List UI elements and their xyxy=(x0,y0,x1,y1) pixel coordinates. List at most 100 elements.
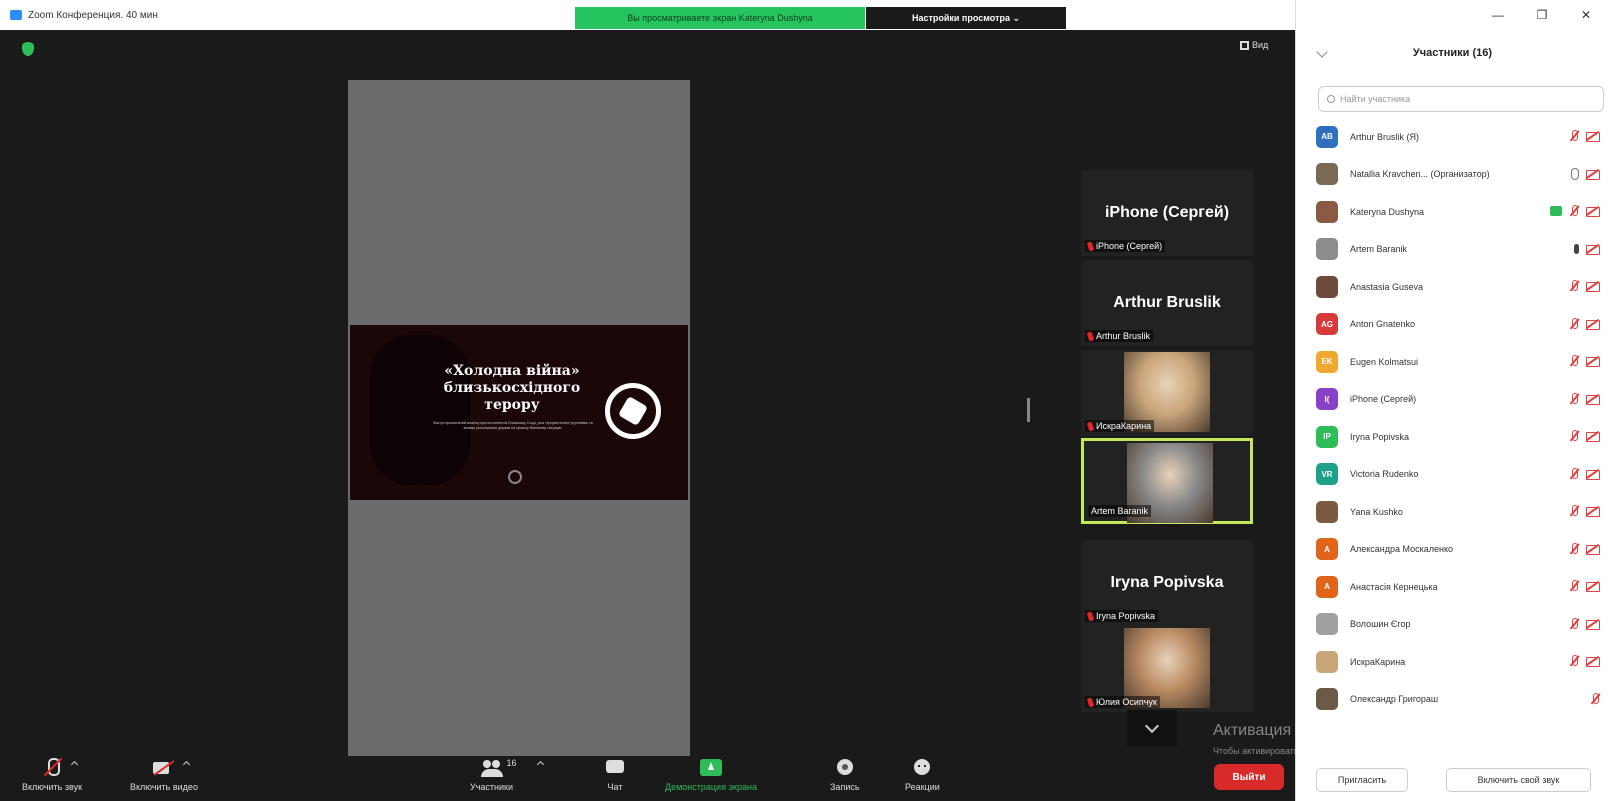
participants-options-caret[interactable] xyxy=(536,760,544,769)
participant-row[interactable]: AG Anton Gnatenko xyxy=(1316,306,1606,344)
participants-panel-title: Участники (16) xyxy=(1412,47,1493,59)
participant-status-icons xyxy=(1569,580,1600,592)
participant-row[interactable]: A Александра Москаленко xyxy=(1316,531,1606,569)
tile-name-label: Юлия Осипчук xyxy=(1085,696,1160,708)
tile-footer-name: Iryna Popivska xyxy=(1096,611,1156,621)
gallery-tile[interactable]: Юлия Осипчук xyxy=(1081,626,1253,712)
search-icon xyxy=(1327,95,1335,103)
meeting-toolbar: Включить звук Включить видео 16 Участник… xyxy=(0,756,1295,801)
participant-row[interactable]: Волошин Єгор xyxy=(1316,606,1606,644)
slide-logo-icon xyxy=(605,383,661,439)
window-title: Zoom Конференция. 40 мин xyxy=(28,9,158,21)
participant-row[interactable]: AB Arthur Bruslik (Я) xyxy=(1316,118,1606,156)
zoom-app-icon xyxy=(10,10,22,20)
unmute-me-button[interactable]: Включить свой звук xyxy=(1446,768,1591,792)
minimize-icon[interactable]: — xyxy=(1476,0,1520,30)
avatar xyxy=(1316,500,1338,523)
gallery-tile[interactable]: Iryna Popivska Iryna Popivska xyxy=(1081,540,1253,626)
participant-status-icons xyxy=(1569,467,1600,480)
share-screen-icon xyxy=(699,758,722,778)
mic-muted-icon xyxy=(1569,617,1579,630)
tile-footer-name: ИскраКарина xyxy=(1096,421,1152,431)
meeting-stage: Вид «Холодна війна» близькосхідного теро… xyxy=(0,30,1485,756)
avatar xyxy=(1316,650,1338,673)
tile-footer-name: Artem Baranik xyxy=(1091,506,1149,516)
mic-muted-icon xyxy=(1086,330,1095,342)
participants-panel-footer: Пригласить Включить свой звук xyxy=(1296,768,1608,794)
gallery-tile[interactable]: Arthur Bruslik Arthur Bruslik xyxy=(1081,260,1253,346)
record-button[interactable]: Запись xyxy=(830,758,860,792)
participants-button[interactable]: 16 Участники xyxy=(470,758,544,792)
participant-name: Kateryna Dushyna xyxy=(1350,206,1425,217)
audio-options-caret[interactable] xyxy=(70,760,79,769)
participant-row[interactable]: EK Eugen Kolmatsui xyxy=(1316,343,1606,381)
participant-name: ИскраКарина xyxy=(1350,656,1406,667)
invite-button[interactable]: Пригласить xyxy=(1316,768,1408,792)
security-shield-icon[interactable] xyxy=(22,42,34,56)
avatar: VR xyxy=(1316,463,1338,486)
reactions-button[interactable]: Реакции xyxy=(905,758,940,792)
participant-row[interactable]: Anastasia Guseva xyxy=(1316,268,1606,306)
share-screen-button[interactable]: Демонстрация экрана xyxy=(665,758,757,792)
grid-view-icon xyxy=(1240,40,1249,50)
mic-muted-icon xyxy=(1569,580,1579,592)
video-off-icon xyxy=(1586,393,1600,405)
participant-row[interactable]: Artem Baranik xyxy=(1316,231,1606,269)
view-options-button[interactable]: Настройки просмотра ⌄ xyxy=(866,7,1066,29)
close-icon[interactable]: ✕ xyxy=(1564,0,1608,30)
gallery-scroll-down-button[interactable] xyxy=(1127,710,1177,746)
video-off-icon xyxy=(152,758,191,778)
tile-footer-name: iPhone (Сергей) xyxy=(1096,241,1163,251)
participant-search-input[interactable]: Найти участника xyxy=(1318,86,1604,112)
chat-button[interactable]: Чат xyxy=(604,758,626,792)
video-off-icon xyxy=(1586,430,1600,442)
participant-row[interactable]: VR Victoria Rudenko xyxy=(1316,456,1606,494)
video-off-icon xyxy=(1586,130,1600,142)
mic-muted-icon xyxy=(1569,430,1579,442)
mic-muted-icon xyxy=(1086,696,1095,708)
view-button[interactable]: Вид xyxy=(1240,40,1268,50)
search-placeholder: Найти участника xyxy=(1340,94,1411,104)
video-off-icon xyxy=(1586,468,1600,480)
participant-row[interactable]: ИскраКарина xyxy=(1316,643,1606,681)
mic-muted-icon xyxy=(1569,280,1579,292)
avatar: AB xyxy=(1316,125,1338,148)
participant-status-icons xyxy=(1569,542,1600,555)
avatar xyxy=(1316,275,1338,298)
tile-name-label: iPhone (Сергей) xyxy=(1085,240,1166,252)
unmute-label: Включить звук xyxy=(22,782,83,792)
video-off-icon xyxy=(1586,580,1600,592)
participant-row[interactable]: IP Iryna Popivska xyxy=(1316,418,1606,456)
zoom-window: Zoom Конференция. 40 мин Вы просматривае… xyxy=(0,0,1608,801)
participant-row[interactable]: I(iPhone (Сергей) xyxy=(1316,381,1606,419)
leave-button[interactable]: Выйти xyxy=(1214,764,1284,790)
participant-row[interactable]: Олександр Григораш xyxy=(1316,681,1606,719)
gallery-tile[interactable]: Artem Baranik xyxy=(1081,438,1253,524)
gallery-resize-handle[interactable] xyxy=(1027,398,1030,422)
restore-icon[interactable]: ❐ xyxy=(1520,0,1564,30)
reactions-icon xyxy=(911,758,933,778)
video-options-caret[interactable] xyxy=(182,760,191,769)
participant-name: Arthur Bruslik (Я) xyxy=(1350,131,1420,142)
mic-active-icon xyxy=(1574,243,1579,254)
participant-row[interactable]: Yana Kushko xyxy=(1316,493,1606,531)
participant-row[interactable]: Natallia Kravchen... (Организатор) xyxy=(1316,156,1606,194)
video-off-icon xyxy=(1586,505,1600,517)
slide-body-text: Виступ присвячений аналізу протистояння … xyxy=(433,421,593,430)
avatar xyxy=(1316,163,1338,186)
unmute-button[interactable]: Включить звук xyxy=(22,758,82,792)
gallery-tile[interactable]: iPhone (Сергей) iPhone (Сергей) xyxy=(1081,170,1253,256)
gallery-tile[interactable]: ИскраКарина xyxy=(1081,350,1253,436)
presentation-slide: «Холодна війна» близькосхідного терору В… xyxy=(350,325,688,500)
reactions-label: Реакции xyxy=(905,782,940,792)
mic-muted-icon xyxy=(41,758,79,778)
tile-name-label: Artem Baranik xyxy=(1088,505,1152,517)
start-video-button[interactable]: Включить видео xyxy=(130,758,198,792)
mic-muted-icon xyxy=(1569,355,1579,367)
participant-row[interactable]: Kateryna Dushyna xyxy=(1316,193,1606,231)
mic-muted-icon xyxy=(1569,542,1579,555)
record-label: Запись xyxy=(830,782,860,792)
participant-row[interactable]: A Анастасія Кернецька xyxy=(1316,568,1606,606)
participant-status-icons xyxy=(1569,392,1600,405)
video-off-icon xyxy=(1586,243,1600,255)
